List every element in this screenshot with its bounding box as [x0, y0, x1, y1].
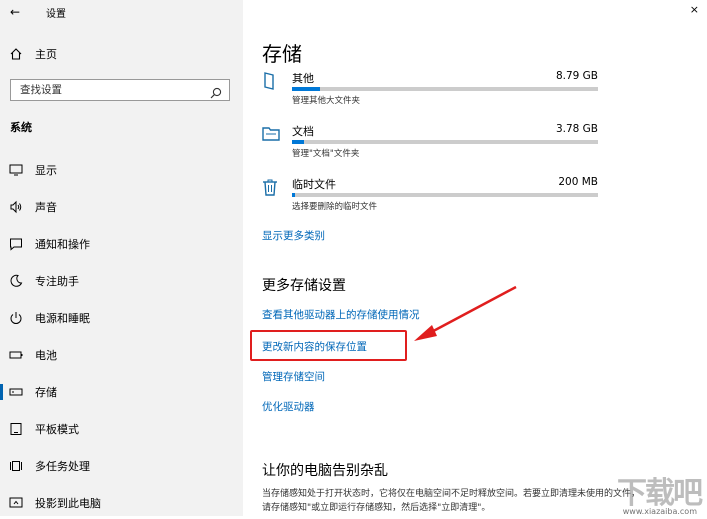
- search-box[interactable]: [10, 79, 230, 101]
- storage-item-name: 临时文件: [292, 178, 336, 191]
- notification-icon: [9, 237, 23, 251]
- sidebar-item-focus-assist[interactable]: 专注助手: [0, 265, 243, 297]
- storage-usage-fill: [292, 193, 296, 197]
- power-icon: [9, 311, 23, 325]
- active-indicator: [0, 384, 3, 400]
- storage-usage-bar: [292, 140, 598, 144]
- tablet-mode-icon: [9, 422, 23, 436]
- sidebar-item-storage[interactable]: 存储: [0, 376, 243, 408]
- focus-assist-icon: [9, 274, 23, 288]
- sidebar-item-label: 通知和操作: [35, 238, 90, 251]
- sidebar-item-display[interactable]: 显示: [0, 154, 243, 186]
- project-icon: [9, 496, 23, 510]
- storage-usage-bar: [292, 193, 598, 197]
- close-window-icon[interactable]: ×: [690, 3, 699, 16]
- sound-icon: [9, 200, 23, 214]
- documents-folder-icon: [262, 125, 280, 145]
- sidebar-item-label: 电源和睡眠: [35, 312, 90, 325]
- sidebar-item-tablet-mode[interactable]: 平板模式: [0, 413, 243, 445]
- optimize-drives-link[interactable]: 优化驱动器: [262, 399, 315, 414]
- watermark-logo: 下载吧: [617, 468, 703, 512]
- sidebar-item-label: 显示: [35, 164, 57, 177]
- storage-item-size: 8.79 GB: [555, 70, 598, 82]
- show-more-categories-link[interactable]: 显示更多类别: [262, 228, 325, 243]
- home-icon: [9, 47, 23, 61]
- sidebar-item-power[interactable]: 电源和睡眠: [0, 302, 243, 334]
- sidebar-item-label: 电池: [35, 349, 57, 362]
- watermark-url: www.xiazaiba.com: [622, 507, 697, 516]
- storage-usage-fill: [292, 87, 320, 91]
- storage-item-name: 其他: [292, 72, 314, 85]
- other-file-icon: [262, 72, 278, 94]
- storage-usage-bar: [292, 87, 598, 91]
- sidebar-item-project[interactable]: 投影到此电脑: [0, 487, 243, 519]
- storage-item-desc: 管理"文档"文件夹: [292, 149, 360, 159]
- sidebar-item-home[interactable]: 主页: [0, 38, 243, 70]
- sidebar-item-label: 投影到此电脑: [35, 497, 101, 510]
- storage-item-size: 200 MB: [558, 176, 598, 188]
- trash-icon: [262, 178, 278, 200]
- annotation-highlight-box: [250, 330, 407, 361]
- window-title: 设置: [46, 9, 66, 20]
- sidebar-item-multitasking[interactable]: 多任务处理: [0, 450, 243, 482]
- battery-icon: [9, 348, 23, 362]
- clutter-heading: 让你的电脑告别杂乱: [262, 463, 388, 479]
- storage-item-name: 文档: [292, 125, 314, 138]
- storage-item-temp-files[interactable]: 临时文件 200 MB 选择要删除的临时文件: [262, 176, 602, 224]
- search-input[interactable]: [18, 83, 202, 97]
- sidebar-item-notifications[interactable]: 通知和操作: [0, 228, 243, 260]
- sidebar-item-label: 多任务处理: [35, 460, 90, 473]
- storage-item-desc: 管理其他大文件夹: [292, 96, 361, 106]
- annotation-arrow-icon: [414, 285, 517, 341]
- manage-storage-spaces-link[interactable]: 管理存储空间: [262, 369, 325, 384]
- home-label: 主页: [35, 48, 57, 61]
- back-arrow-icon[interactable]: ←: [10, 5, 20, 19]
- storage-usage-fill: [292, 140, 305, 144]
- multitasking-icon: [9, 459, 23, 473]
- page-title: 存储: [262, 42, 302, 66]
- sidebar-item-label: 声音: [35, 201, 57, 214]
- display-icon: [9, 163, 23, 177]
- sidebar-item-label: 专注助手: [35, 275, 79, 288]
- search-icon[interactable]: [210, 84, 222, 103]
- storage-item-other[interactable]: 其他 8.79 GB 管理其他大文件夹: [262, 70, 602, 118]
- more-storage-settings-heading: 更多存储设置: [262, 278, 346, 294]
- sidebar-section-heading: 系统: [10, 121, 32, 134]
- storage-icon: [9, 385, 23, 399]
- watermark-text: 下载吧: [617, 476, 703, 511]
- view-other-drives-link[interactable]: 查看其他驱动器上的存储使用情况: [262, 307, 420, 322]
- sidebar-item-label: 存储: [35, 386, 57, 399]
- storage-item-documents[interactable]: 文档 3.78 GB 管理"文档"文件夹: [262, 123, 602, 171]
- sidebar: ← 设置 主页 系统 显示 声音 通知和操作 专注助手 电源和睡眠 电池: [0, 0, 243, 516]
- storage-item-size: 3.78 GB: [555, 123, 598, 135]
- storage-item-desc: 选择要删除的临时文件: [292, 202, 378, 212]
- sidebar-item-label: 平板模式: [35, 423, 79, 436]
- sidebar-item-battery[interactable]: 电池: [0, 339, 243, 371]
- sidebar-item-sound[interactable]: 声音: [0, 191, 243, 223]
